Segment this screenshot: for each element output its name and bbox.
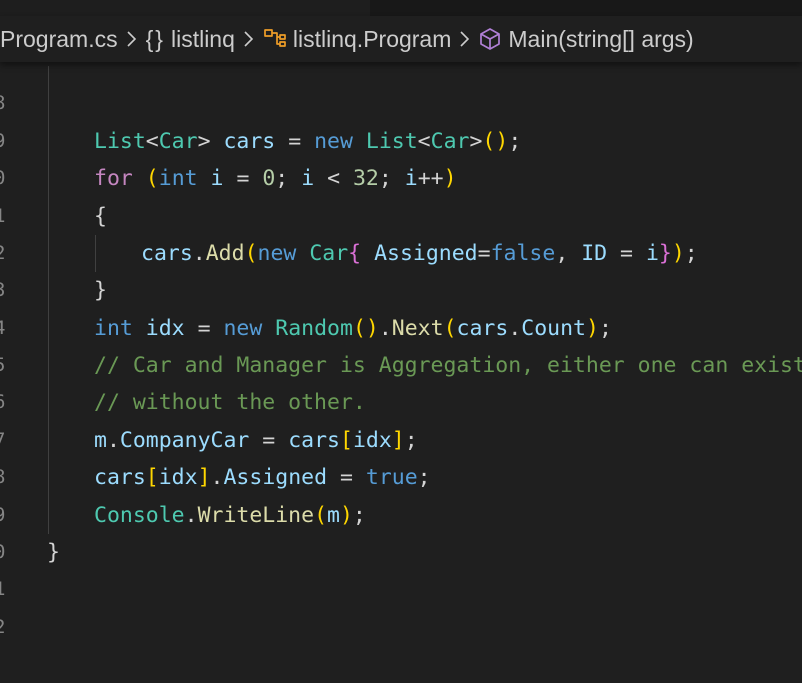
editor-window: Program.cs {} listlinq listlinq.Program xyxy=(0,0,802,683)
code-comment: // without the other. xyxy=(94,390,366,415)
breadcrumb-file[interactable]: Program.cs xyxy=(0,26,118,53)
code-comment: // Car and Manager is Aggregation, eithe… xyxy=(94,353,802,378)
code-line: m.CompanyCar = cars[idx]; xyxy=(94,428,418,453)
breadcrumb-method-label: Main(string[] args) xyxy=(508,25,694,52)
breadcrumb-file-label: Program.cs xyxy=(0,25,118,52)
code-line: int idx = new Random().Next(cars.Count); xyxy=(94,316,612,341)
breadcrumb-namespace[interactable]: {} listlinq xyxy=(146,26,235,53)
code-line: } xyxy=(94,278,107,303)
code-line: for (int i = 0; i < 32; i++) xyxy=(94,166,457,191)
code-line: cars.Add(new Car{ Assigned=false, ID = i… xyxy=(141,241,698,266)
code-line: { xyxy=(94,204,107,229)
code-area[interactable]: List<Car> cars = new List<Car>(); for (i… xyxy=(0,62,802,683)
indent-guide xyxy=(48,66,49,534)
breadcrumb-class[interactable]: listlinq.Program xyxy=(263,25,452,53)
breadcrumb: Program.cs {} listlinq listlinq.Program xyxy=(0,16,802,62)
code-line: } xyxy=(47,540,60,565)
code-line: Console.WriteLine(m); xyxy=(94,503,366,528)
braces-icon: {} xyxy=(145,25,165,52)
chevron-right-icon xyxy=(244,31,254,47)
code-line: List<Car> cars = new List<Car>(); xyxy=(94,129,522,154)
method-cube-icon xyxy=(480,28,501,50)
chevron-right-icon xyxy=(127,31,136,47)
breadcrumb-method[interactable]: Main(string[] args) xyxy=(479,25,694,53)
tab-bar-edge xyxy=(0,0,802,16)
breadcrumb-namespace-label: listlinq xyxy=(170,25,235,52)
chevron-right-icon xyxy=(460,31,470,47)
indent-guide xyxy=(95,235,96,272)
breadcrumb-class-label: listlinq.Program xyxy=(292,25,452,52)
active-tab-edge[interactable] xyxy=(0,0,370,16)
code-line: cars[idx].Assigned = true; xyxy=(94,465,431,490)
class-symbol-icon xyxy=(264,29,286,47)
